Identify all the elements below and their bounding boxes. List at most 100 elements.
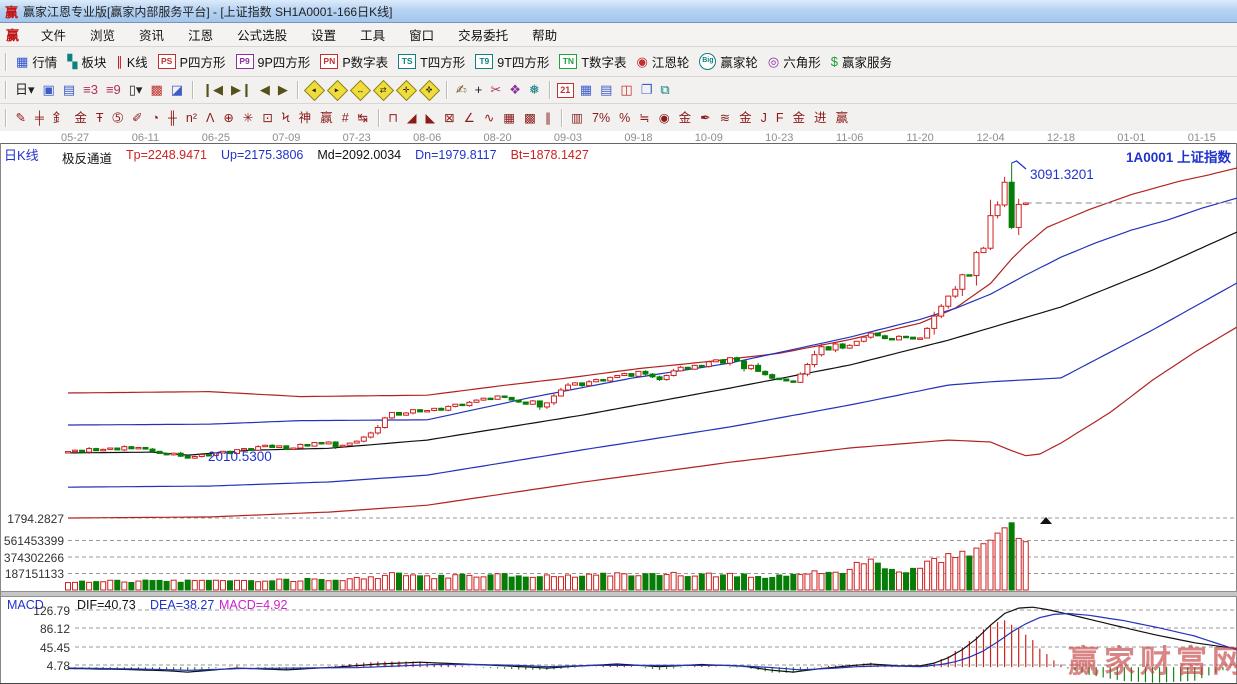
- brush-tool-button[interactable]: ✒: [696, 108, 715, 128]
- toolbar-button-6[interactable]: TST四方形: [393, 50, 470, 73]
- color-chart-button[interactable]: ◪: [167, 81, 187, 99]
- page-back-button[interactable]: ◀: [256, 81, 274, 99]
- menu-item-5[interactable]: 设置: [299, 25, 348, 44]
- f-angle-button[interactable]: F: [771, 108, 788, 128]
- window-layout-button[interactable]: ▣: [39, 81, 59, 99]
- k-marker-button[interactable]: Ϟ: [277, 108, 294, 128]
- gold-split-1-button[interactable]: 釒: [48, 108, 70, 128]
- print-button[interactable]: ⧉: [656, 81, 673, 99]
- bars-3-button[interactable]: ≡3: [79, 81, 102, 99]
- parallel-lines-button[interactable]: ∥: [540, 108, 555, 128]
- circle-cross-button[interactable]: ⊕: [219, 108, 238, 128]
- quote-list-button[interactable]: ▤: [59, 81, 79, 99]
- percent-table-button[interactable]: ▥: [567, 108, 588, 128]
- menu-item-1[interactable]: 浏览: [78, 25, 127, 44]
- fractal-tool-button[interactable]: ❅: [525, 81, 544, 99]
- speed-resist-1-button[interactable]: 进: [810, 108, 832, 128]
- gold-circle-button[interactable]: ◉: [654, 108, 674, 128]
- menu-item-7[interactable]: 窗口: [397, 25, 446, 44]
- shaded-box-button[interactable]: ⊠: [440, 108, 459, 128]
- candle-body: [1002, 182, 1007, 205]
- candle-body: [66, 452, 71, 453]
- hand-tool-button[interactable]: ✍: [452, 81, 471, 99]
- gann-line-1-button[interactable]: ╪: [30, 108, 48, 128]
- toolbar-button-2[interactable]: ∥K线: [111, 50, 152, 73]
- grid-b-button[interactable]: ▩: [520, 108, 541, 128]
- gold-split-2-button[interactable]: 金: [70, 108, 92, 128]
- grid-a-button[interactable]: ▦: [499, 108, 520, 128]
- shen-tool-button[interactable]: 神: [294, 108, 316, 128]
- page-forward-button[interactable]: ▶: [274, 81, 292, 99]
- chart-area[interactable]: 05-2706-1106-2507-0907-2308-0608-2009-03…: [0, 131, 1237, 684]
- fan-lines-up-button[interactable]: ◢: [402, 108, 421, 128]
- wave-tool-button[interactable]: ∿: [479, 108, 498, 128]
- square-of-n-button[interactable]: n²: [181, 108, 201, 128]
- price-grid-button[interactable]: ╫: [164, 108, 182, 128]
- speed-resist-2-button[interactable]: 赢: [831, 108, 853, 128]
- grid-123-button[interactable]: #: [337, 108, 353, 128]
- pane-separator[interactable]: [1, 591, 1237, 597]
- square-cycle-button[interactable]: ⊡: [258, 108, 277, 128]
- star-cycle-button[interactable]: ✳: [238, 108, 257, 128]
- shift-left-button[interactable]: ◂: [304, 79, 325, 100]
- toolbar-button-7[interactable]: T99T四方形: [470, 50, 554, 73]
- candle-body: [875, 333, 880, 336]
- bars-9-button[interactable]: ≡9: [102, 81, 125, 99]
- seven-percent-button[interactable]: 7%: [588, 108, 615, 128]
- gold-lines-button[interactable]: 金: [674, 108, 696, 128]
- toolbar-button-10[interactable]: Big赢家轮: [694, 50, 763, 73]
- j-angle-button[interactable]: J: [756, 108, 771, 128]
- menu-item-2[interactable]: 资讯: [127, 25, 176, 44]
- menu-item-9[interactable]: 帮助: [520, 25, 569, 44]
- menu-item-4[interactable]: 公式选股: [225, 25, 299, 44]
- calendar-button[interactable]: 21: [557, 83, 574, 98]
- t-line-button[interactable]: Ŧ: [91, 108, 108, 128]
- expand-horizontal-button[interactable]: ↔: [350, 79, 371, 100]
- save-button[interactable]: ◫: [616, 81, 636, 99]
- notes-button[interactable]: ▤: [596, 81, 616, 99]
- expand-all-button[interactable]: ✛: [396, 79, 417, 100]
- crosshair-tool-button[interactable]: +: [471, 81, 487, 99]
- gann-tool-button[interactable]: ❖: [505, 81, 525, 99]
- fan-lines-down-button[interactable]: ◣: [421, 108, 440, 128]
- toolbar-button-1[interactable]: ▚板块: [62, 50, 111, 73]
- angle-lines-button[interactable]: ∠: [459, 108, 479, 128]
- width-measure-button[interactable]: ↹: [353, 108, 372, 128]
- menu-item-3[interactable]: 江恩: [176, 25, 225, 44]
- center-view-button[interactable]: ✜: [419, 79, 440, 100]
- cut-tool-button[interactable]: ✂: [486, 81, 505, 99]
- wave-gold-button[interactable]: ≋: [715, 108, 734, 128]
- swap-horizontal-button[interactable]: ⇄: [373, 79, 394, 100]
- menu-item-8[interactable]: 交易委托: [446, 25, 520, 44]
- toolbar-button-5[interactable]: PNP数字表: [315, 50, 393, 73]
- gold-angle-button[interactable]: 金: [735, 108, 757, 128]
- percent-lines-button[interactable]: ≒: [635, 108, 655, 128]
- toolbar-button-4[interactable]: P99P四方形: [231, 50, 316, 73]
- toolbar-button-9[interactable]: ◉江恩轮: [632, 50, 695, 73]
- menu-item-0[interactable]: 文件: [29, 25, 78, 44]
- toolbar-button-12[interactable]: $赢家服务: [826, 50, 897, 73]
- box-tool-button[interactable]: ⊓: [384, 108, 403, 128]
- last-page-button[interactable]: ▶❙: [227, 81, 256, 99]
- toolbar-button-0[interactable]: ▦行情: [11, 50, 62, 73]
- ying-tool-button[interactable]: 赢: [316, 108, 338, 128]
- toolbar-button-3[interactable]: PSP四方形: [153, 50, 231, 73]
- time-cycle-button[interactable]: ◔: [147, 108, 164, 128]
- thin-candle-dropdown-button[interactable]: ▯▾: [125, 81, 147, 99]
- gold-speed-button[interactable]: 金: [788, 108, 810, 128]
- draw-compass-button[interactable]: ✐: [128, 108, 147, 128]
- calculator-button[interactable]: ▦: [576, 81, 596, 99]
- compare-button[interactable]: ▩: [146, 81, 166, 99]
- toolbar-button-8[interactable]: TNT数字表: [554, 50, 631, 73]
- shift-right-button[interactable]: ▸: [327, 79, 348, 100]
- draw-pencil-button[interactable]: ✎: [11, 108, 30, 128]
- candle-body: [777, 378, 782, 379]
- five-segment-button[interactable]: ➄: [108, 108, 127, 128]
- first-page-button[interactable]: ❙◀: [198, 81, 227, 99]
- percent-tool-button[interactable]: %: [615, 108, 635, 128]
- angle-mirror-button[interactable]: Λ: [202, 108, 219, 128]
- export-button[interactable]: ❐: [637, 81, 657, 99]
- menu-item-6[interactable]: 工具: [348, 25, 397, 44]
- candle-style-dropdown-button[interactable]: 日▾: [11, 81, 39, 99]
- toolbar-button-11[interactable]: ◎六角形: [763, 50, 826, 73]
